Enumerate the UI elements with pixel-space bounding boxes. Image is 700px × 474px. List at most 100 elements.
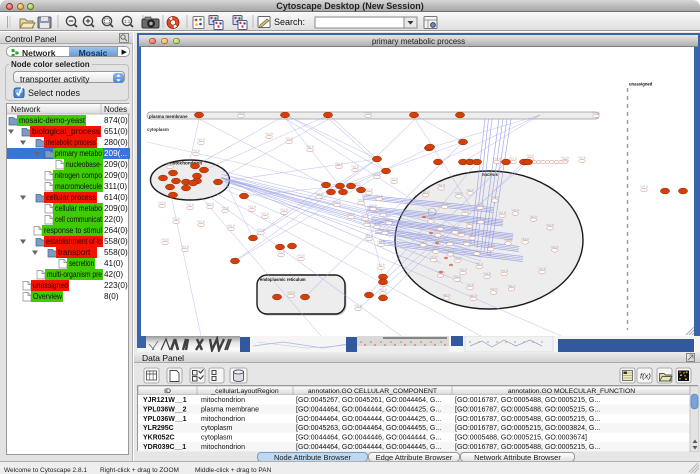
svg-text:Ydr1 (t): Ydr1 (t)	[373, 223, 381, 226]
svg-text:Ydr1 (t): Ydr1 (t)	[521, 238, 529, 241]
svg-text:Ydr1 (t): Ydr1 (t)	[546, 224, 554, 227]
svg-text:Ydr1 (t): Ydr1 (t)	[466, 284, 474, 287]
svg-text:Ydr1 (t): Ydr1 (t)	[287, 292, 295, 295]
svg-text:223(0): 223(0)	[104, 281, 128, 290]
svg-text:Ydr1 (t): Ydr1 (t)	[457, 231, 465, 234]
svg-text:280(0): 280(0)	[104, 138, 128, 147]
svg-text:Ydr1 (t): Ydr1 (t)	[354, 305, 362, 308]
svg-text:biological_process: biological_process	[32, 127, 100, 136]
svg-text:Ydr1 (t): Ydr1 (t)	[453, 275, 461, 278]
svg-text:macromolecule: macromolecule	[55, 182, 102, 191]
svg-text:Ydr1 (t): Ydr1 (t)	[469, 294, 477, 297]
svg-text:Ydr1 (t): Ydr1 (t)	[551, 246, 559, 249]
svg-text:plasma membrane: plasma membrane	[201, 406, 259, 413]
svg-text:Ydr1 (t): Ydr1 (t)	[446, 250, 454, 253]
svg-text:209(0): 209(0)	[104, 171, 128, 180]
svg-text:Ydr1 (t): Ydr1 (t)	[578, 157, 586, 160]
svg-text:secretion: secretion	[69, 259, 94, 268]
svg-text:Ydr1 (t): Ydr1 (t)	[377, 241, 385, 244]
svg-text:Ydr1 (t): Ydr1 (t)	[192, 150, 200, 153]
svg-text:209(...: 209(...	[104, 149, 127, 158]
svg-text:endoplasmic reticulum: endoplasmic reticulum	[260, 277, 306, 282]
svg-text:primary metabo: primary metabo	[55, 149, 102, 158]
svg-text:Ydr1 (t): Ydr1 (t)	[466, 222, 474, 225]
svg-text:Ydr1 (t): Ydr1 (t)	[390, 178, 398, 181]
svg-text:Ydr1 (t): Ydr1 (t)	[473, 249, 481, 252]
svg-text:cell communicat: cell communicat	[55, 215, 103, 224]
svg-text:Ydr1 (t): Ydr1 (t)	[466, 189, 474, 192]
svg-text:[GO:0045267, GO:0045261, GO:00: [GO:0045267, GO:0045261, GO:0044464, G..…	[296, 397, 441, 404]
svg-text:mitochondrion: mitochondrion	[201, 397, 245, 404]
svg-text:Ydr1 (t): Ydr1 (t)	[347, 213, 355, 216]
svg-text:annotation.GO CELLULAR_COMPONE: annotation.GO CELLULAR_COMPONENT	[308, 388, 437, 395]
svg-text:Ydr1 (t): Ydr1 (t)	[490, 288, 498, 291]
svg-text:Ydr1 (t): Ydr1 (t)	[181, 246, 189, 249]
svg-text:41(0): 41(0)	[104, 259, 123, 268]
svg-text:multi-organism pre: multi-organism pre	[47, 270, 102, 279]
svg-text:f(x): f(x)	[640, 372, 651, 381]
svg-text:Nodes: Nodes	[104, 105, 127, 114]
svg-text:Ydr1 (t): Ydr1 (t)	[442, 294, 450, 297]
svg-text:[GO:0005488, GO:0005215, GO:00: [GO:0005488, GO:0005215, GO:0003674]	[455, 435, 587, 442]
svg-text:cellular metabo: cellular metabo	[55, 204, 102, 213]
svg-text:Ydr1 (t): Ydr1 (t)	[369, 205, 377, 208]
svg-text:22(0): 22(0)	[104, 215, 123, 224]
svg-text:Ydr1 (t): Ydr1 (t)	[483, 272, 491, 275]
svg-text:Ydr1 (t): Ydr1 (t)	[500, 270, 508, 273]
svg-text:874(0): 874(0)	[104, 116, 128, 125]
svg-text:[GO:0016787, GO:0005488, GO:00: [GO:0016787, GO:0005488, GO:0005215, G..…	[455, 444, 600, 451]
svg-text:YPL036W__1: YPL036W__1	[143, 416, 187, 423]
svg-text:8(0): 8(0)	[104, 292, 119, 301]
svg-text:Ydr1 (t): Ydr1 (t)	[261, 213, 269, 216]
svg-text:Ydr1 (t): Ydr1 (t)	[265, 133, 273, 136]
svg-text:mitochondrion: mitochondrion	[201, 444, 245, 451]
svg-text:209(0): 209(0)	[104, 160, 128, 169]
svg-text:Ydr1 (t): Ydr1 (t)	[459, 269, 467, 272]
svg-text:ID: ID	[164, 388, 171, 395]
svg-text:Ydr1 (t): Ydr1 (t)	[335, 163, 343, 166]
svg-text:Ydr1 (t): Ydr1 (t)	[592, 112, 600, 115]
svg-text:Ydr1 (t): Ydr1 (t)	[461, 210, 469, 213]
svg-text:mitochondrion: mitochondrion	[201, 416, 245, 423]
svg-text:Ydr1 (t): Ydr1 (t)	[158, 202, 166, 205]
svg-text:42(0): 42(0)	[104, 270, 123, 279]
svg-text:cytoplasm: cytoplasm	[201, 425, 233, 432]
svg-text:[GO:0016787, GO:0005488, GO:00: [GO:0016787, GO:0005488, GO:0005215, G..…	[455, 397, 600, 404]
svg-text:Ydr1 (t): Ydr1 (t)	[504, 239, 512, 242]
svg-text:Ydr1 (t): Ydr1 (t)	[385, 219, 393, 222]
svg-text:plasma membrane: plasma membrane	[149, 114, 188, 119]
svg-text:mosaic-demo-yeast: mosaic-demo-yeast	[19, 116, 86, 125]
svg-text:Ydr1 (t): Ydr1 (t)	[538, 268, 546, 271]
svg-text:Ydr1 (t): Ydr1 (t)	[446, 240, 454, 243]
svg-text:Ydr1 (t): Ydr1 (t)	[508, 285, 516, 288]
svg-text:Ydr1 (t): Ydr1 (t)	[434, 231, 442, 234]
svg-text:Ydr1 (t): Ydr1 (t)	[381, 229, 389, 232]
svg-text:YJR121W__1: YJR121W__1	[143, 397, 187, 404]
svg-text:Ydr1 (t): Ydr1 (t)	[377, 264, 385, 267]
svg-text:Ydr1 (t): Ydr1 (t)	[306, 146, 314, 149]
svg-text:Overview: Overview	[33, 292, 62, 301]
svg-text:Ydr1 (t): Ydr1 (t)	[375, 195, 383, 198]
svg-text:Ydr1 (t): Ydr1 (t)	[363, 221, 371, 224]
svg-text:Ydr1 (t): Ydr1 (t)	[351, 166, 359, 169]
svg-text:Ydr1 (t): Ydr1 (t)	[365, 235, 373, 238]
svg-text:Ydr1 (t): Ydr1 (t)	[430, 256, 438, 259]
svg-text:Ydr1 (t): Ydr1 (t)	[432, 247, 440, 250]
svg-text:Ydr1 (t): Ydr1 (t)	[297, 255, 305, 258]
svg-text:Ydr1 (t): Ydr1 (t)	[437, 184, 445, 187]
svg-text:annotation.GO MOLECULAR_FUNCTI: annotation.GO MOLECULAR_FUNCTION	[508, 388, 635, 395]
svg-text:_cellularLayoutRegion: _cellularLayoutRegion	[210, 388, 278, 395]
svg-text:Ydr1 (t): Ydr1 (t)	[197, 139, 205, 142]
svg-text:Ydr1 (t): Ydr1 (t)	[529, 215, 537, 218]
svg-text:Ydr1 (t): Ydr1 (t)	[419, 241, 427, 244]
svg-text:Ydr1 (t): Ydr1 (t)	[493, 158, 501, 161]
svg-text:Ydr1 (t): Ydr1 (t)	[379, 211, 387, 214]
svg-text:[GO:0016787, GO:0005488, GO:00: [GO:0016787, GO:0005488, GO:0005215, G..…	[455, 416, 600, 423]
svg-text:cellular process: cellular process	[46, 193, 96, 202]
svg-text:264(0): 264(0)	[104, 226, 128, 235]
svg-text:1:1: 1:1	[124, 19, 131, 24]
svg-text:[GO:0044464, GO:0044444, GO:00: [GO:0044464, GO:0044444, GO:0044425, G..…	[296, 406, 441, 413]
svg-text:209(0): 209(0)	[104, 204, 128, 213]
svg-text:614(0): 614(0)	[104, 193, 128, 202]
svg-text:nucleus: nucleus	[482, 172, 498, 177]
